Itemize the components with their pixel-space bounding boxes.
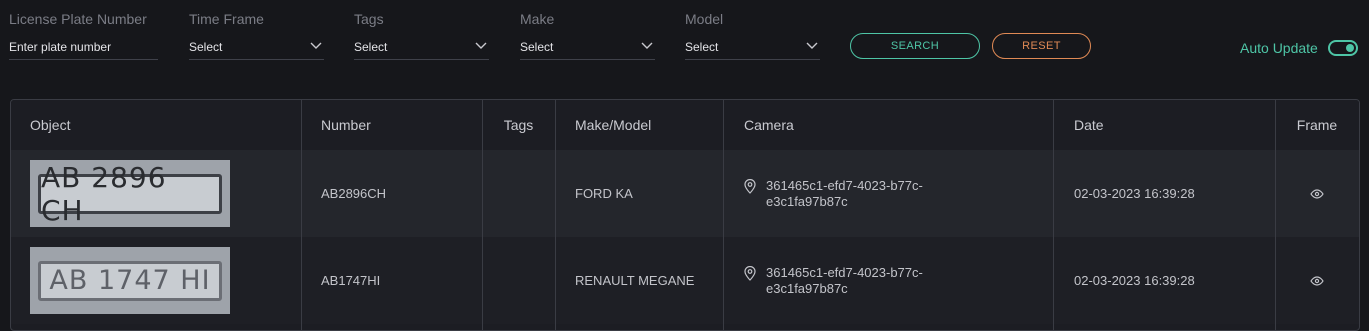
plate-image-text: AB 1747 HI xyxy=(38,260,222,301)
frame-cell xyxy=(1275,150,1359,237)
model-value: Select xyxy=(685,40,719,54)
table-header: Object Number Tags Make/Model Camera Dat… xyxy=(11,100,1359,150)
plate-filter: License Plate Number xyxy=(9,10,158,60)
column-header-make-model[interactable]: Make/Model xyxy=(555,100,723,150)
make-filter: Make Select xyxy=(520,10,655,60)
column-divider xyxy=(301,100,302,330)
filter-bar: License Plate Number Time Frame Select T… xyxy=(0,0,1369,80)
column-divider xyxy=(555,100,556,330)
time-frame-filter: Time Frame Select xyxy=(189,10,324,60)
model-filter: Model Select xyxy=(685,10,820,60)
column-header-number[interactable]: Number xyxy=(301,100,482,150)
tags-label: Tags xyxy=(354,11,384,27)
column-header-tags[interactable]: Tags xyxy=(482,100,555,150)
number-cell: AB1747HI xyxy=(321,273,381,288)
eye-icon[interactable] xyxy=(1310,275,1324,286)
model-select[interactable]: Select xyxy=(685,40,820,60)
camera-id: 361465c1-efd7-4023-b77c-e3c1fa97b87c xyxy=(766,264,923,296)
plate-image[interactable]: AB 2896 CH xyxy=(30,160,230,227)
column-header-date[interactable]: Date xyxy=(1053,100,1275,150)
make-select[interactable]: Select xyxy=(520,40,655,60)
auto-update-toggle[interactable] xyxy=(1328,40,1358,56)
make-label: Make xyxy=(520,11,555,27)
tags-value: Select xyxy=(354,40,388,54)
column-divider xyxy=(1275,100,1276,330)
plate-filter-label: License Plate Number xyxy=(9,11,147,27)
tags-cell xyxy=(482,237,555,324)
camera-cell: 361465c1-efd7-4023-b77c-e3c1fa97b87c xyxy=(723,237,1053,324)
time-frame-value: Select xyxy=(189,40,223,54)
column-header-camera[interactable]: Camera xyxy=(723,100,1053,150)
camera-cell: 361465c1-efd7-4023-b77c-e3c1fa97b87c xyxy=(723,150,1053,237)
table-row[interactable]: AB 1747 HI AB1747HI RENAULT MEGANE 36146… xyxy=(11,237,1359,324)
object-cell: AB 2896 CH xyxy=(11,150,301,237)
column-header-frame[interactable]: Frame xyxy=(1275,100,1359,150)
location-pin-icon xyxy=(744,265,756,281)
column-divider xyxy=(1053,100,1054,330)
make-value: Select xyxy=(520,40,554,54)
object-cell: AB 1747 HI xyxy=(11,237,301,324)
camera-id: 361465c1-efd7-4023-b77c-e3c1fa97b87c xyxy=(766,177,923,209)
time-frame-select[interactable]: Select xyxy=(189,40,324,60)
search-button[interactable]: SEARCH xyxy=(850,33,980,59)
tags-select[interactable]: Select xyxy=(354,40,489,60)
date-cell: 02-03-2023 16:39:28 xyxy=(1074,186,1195,201)
table-row[interactable]: AB 2896 CH AB2896CH FORD KA 361465c1-efd… xyxy=(11,150,1359,237)
plate-image-text: AB 2896 CH xyxy=(38,161,222,227)
toggle-knob xyxy=(1346,44,1354,52)
results-table: Object Number Tags Make/Model Camera Dat… xyxy=(10,99,1360,331)
chevron-down-icon xyxy=(641,42,653,49)
number-cell: AB2896CH xyxy=(321,186,387,201)
make-model-cell: FORD KA xyxy=(575,186,633,201)
time-frame-label: Time Frame xyxy=(189,11,264,27)
tags-filter: Tags Select xyxy=(354,10,489,60)
plate-image[interactable]: AB 1747 HI xyxy=(30,247,230,314)
frame-cell xyxy=(1275,237,1359,324)
column-divider xyxy=(482,100,483,330)
location-pin-icon xyxy=(744,178,756,194)
chevron-down-icon xyxy=(475,42,487,49)
column-divider xyxy=(723,100,724,330)
reset-button[interactable]: RESET xyxy=(992,33,1091,59)
date-cell: 02-03-2023 16:39:28 xyxy=(1074,273,1195,288)
tags-cell xyxy=(482,150,555,237)
auto-update-label: Auto Update xyxy=(1240,40,1318,56)
model-label: Model xyxy=(685,11,724,27)
chevron-down-icon xyxy=(806,42,818,49)
plate-number-input[interactable] xyxy=(9,40,158,54)
chevron-down-icon xyxy=(310,42,322,49)
column-header-object[interactable]: Object xyxy=(11,100,301,150)
make-model-cell: RENAULT MEGANE xyxy=(575,273,695,288)
eye-icon[interactable] xyxy=(1310,188,1324,199)
